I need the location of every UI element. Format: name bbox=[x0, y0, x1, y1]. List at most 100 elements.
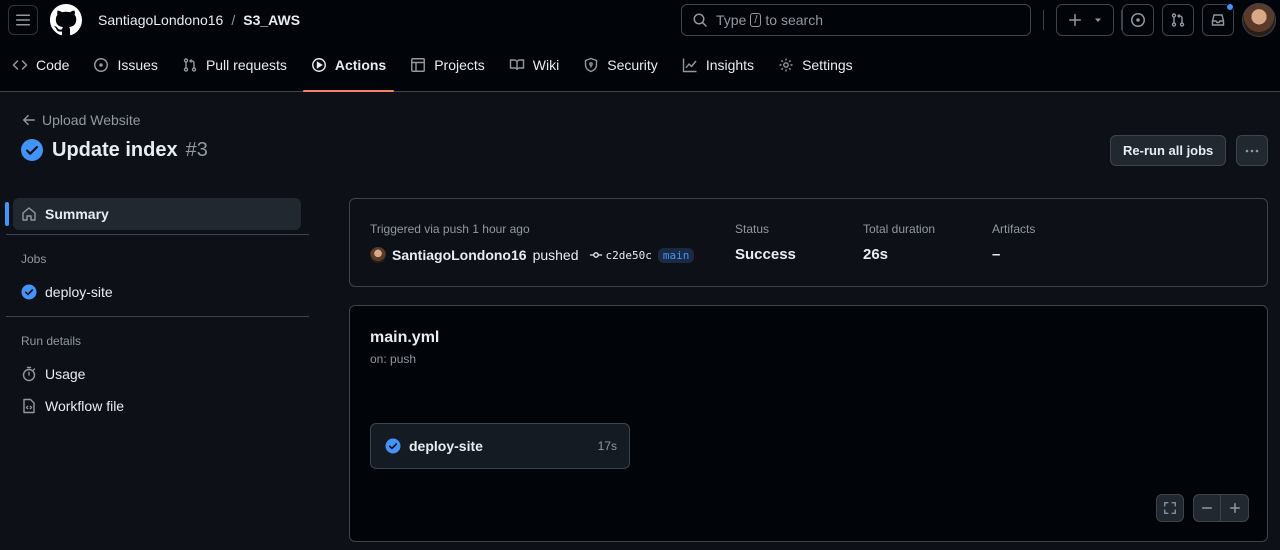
user-avatar[interactable] bbox=[1242, 3, 1276, 37]
status-label: Status bbox=[735, 222, 770, 236]
search-placeholder-prefix: Type bbox=[716, 12, 747, 28]
home-icon bbox=[22, 207, 36, 221]
workflow-trigger: on: push bbox=[370, 352, 417, 366]
sidebar-item-workflow-file[interactable]: Workflow file bbox=[13, 390, 301, 422]
more-options-button[interactable] bbox=[1236, 135, 1268, 166]
arrow-left-icon bbox=[23, 114, 35, 126]
tab-settings[interactable]: Settings bbox=[770, 39, 861, 91]
search-shortcut-key: / bbox=[750, 13, 762, 27]
tab-issues[interactable]: Issues bbox=[85, 39, 165, 91]
tab-label: Security bbox=[607, 57, 658, 73]
tab-pull-requests[interactable]: Pull requests bbox=[174, 39, 295, 91]
artifacts-label: Artifacts bbox=[992, 222, 1036, 236]
sidebar-item-label: Usage bbox=[45, 366, 86, 382]
artifacts-value: – bbox=[992, 246, 1001, 263]
push-action: pushed bbox=[532, 247, 579, 263]
pull-requests-button[interactable] bbox=[1162, 4, 1194, 36]
tab-label: Settings bbox=[802, 57, 853, 73]
graph-icon bbox=[682, 58, 697, 73]
plus-icon bbox=[1069, 14, 1081, 26]
sidebar-heading-jobs: Jobs bbox=[21, 252, 47, 266]
play-icon bbox=[311, 58, 326, 72]
run-title: Update index bbox=[52, 138, 178, 161]
header-divider bbox=[1043, 10, 1044, 30]
code-icon bbox=[12, 60, 28, 70]
page-title: Update index #3 bbox=[20, 138, 208, 162]
duration-label: Total duration bbox=[863, 222, 936, 236]
kebab-horizontal-icon bbox=[1245, 149, 1259, 152]
dash-icon bbox=[1202, 507, 1212, 509]
table-icon bbox=[411, 58, 426, 72]
job-name: deploy-site bbox=[409, 438, 483, 454]
create-new-button[interactable] bbox=[1056, 4, 1114, 36]
tab-code[interactable]: Code bbox=[4, 39, 77, 91]
sidebar-divider bbox=[6, 316, 309, 317]
search-input[interactable]: Type / to search bbox=[681, 4, 1031, 36]
file-code-icon bbox=[23, 398, 35, 414]
tab-label: Code bbox=[36, 57, 70, 73]
workflow-file-name[interactable]: main.yml bbox=[370, 329, 439, 347]
sidebar-divider bbox=[6, 234, 309, 235]
menu-button[interactable] bbox=[8, 5, 38, 35]
repo-link[interactable]: S3_AWS bbox=[243, 12, 300, 28]
book-icon bbox=[509, 59, 524, 71]
run-sidebar: Summary Jobs deploy-site Run details Usa… bbox=[0, 190, 310, 422]
hamburger-icon bbox=[16, 14, 30, 26]
commit-link[interactable]: c2de50c bbox=[589, 248, 652, 262]
screen-full-icon bbox=[1164, 502, 1176, 514]
git-pull-request-icon bbox=[1171, 13, 1185, 27]
issue-icon bbox=[94, 58, 109, 72]
zoom-out-button[interactable] bbox=[1194, 495, 1221, 521]
sidebar-item-deploy-site[interactable]: deploy-site bbox=[13, 276, 301, 308]
sidebar-item-label: Workflow file bbox=[45, 398, 125, 414]
run-number: #3 bbox=[185, 138, 208, 161]
stopwatch-icon bbox=[22, 366, 36, 382]
branch-label[interactable]: main bbox=[657, 247, 695, 263]
back-to-workflow-link[interactable]: Upload Website bbox=[22, 112, 141, 128]
tab-label: Pull requests bbox=[205, 57, 287, 73]
tab-security[interactable]: Security bbox=[575, 39, 666, 91]
tab-actions[interactable]: Actions bbox=[302, 39, 395, 92]
fullscreen-button[interactable] bbox=[1156, 494, 1184, 522]
active-item-indicator bbox=[5, 202, 9, 226]
zoom-in-button[interactable] bbox=[1221, 495, 1248, 521]
status-value: Success bbox=[735, 246, 796, 263]
check-circle-fill-icon bbox=[21, 139, 43, 161]
github-logo-icon[interactable] bbox=[50, 4, 82, 36]
sidebar-item-usage[interactable]: Usage bbox=[13, 358, 301, 390]
check-circle-fill-icon bbox=[385, 438, 401, 454]
zoom-controls bbox=[1193, 494, 1249, 522]
actor-avatar[interactable] bbox=[370, 247, 386, 263]
duration-value: 26s bbox=[863, 246, 889, 263]
owner-link[interactable]: SantiagoLondono16 bbox=[98, 12, 223, 28]
tab-label: Insights bbox=[705, 57, 755, 73]
search-placeholder-suffix: to search bbox=[765, 12, 824, 28]
tab-projects[interactable]: Projects bbox=[402, 39, 493, 91]
trigger-text: Triggered via push 1 hour ago bbox=[370, 222, 530, 236]
inbox-icon bbox=[1211, 14, 1225, 26]
tab-wiki[interactable]: Wiki bbox=[501, 39, 567, 91]
issue-opened-icon bbox=[1131, 13, 1145, 27]
pull-request-icon bbox=[183, 58, 197, 72]
rerun-all-jobs-button[interactable]: Re-run all jobs bbox=[1110, 135, 1227, 166]
tab-label: Actions bbox=[334, 57, 387, 73]
tab-insights[interactable]: Insights bbox=[674, 39, 762, 91]
tab-label: Issues bbox=[117, 57, 158, 73]
issues-button[interactable] bbox=[1122, 4, 1154, 36]
sidebar-item-label: deploy-site bbox=[45, 284, 113, 300]
sidebar-item-label: Summary bbox=[45, 206, 109, 222]
push-info: SantiagoLondono16 pushed c2de50c main bbox=[370, 247, 695, 263]
sidebar-item-summary[interactable]: Summary bbox=[13, 198, 301, 230]
search-icon bbox=[693, 13, 707, 27]
commit-sha: c2de50c bbox=[605, 248, 652, 262]
job-duration: 17s bbox=[597, 439, 617, 453]
gear-icon bbox=[779, 58, 793, 72]
check-circle-fill-icon bbox=[21, 284, 37, 300]
git-commit-icon bbox=[589, 252, 602, 258]
breadcrumb: SantiagoLondono16 / S3_AWS bbox=[98, 12, 300, 28]
workflow-graph-card: main.yml on: push deploy-site 17s bbox=[349, 305, 1268, 542]
actor-link[interactable]: SantiagoLondono16 bbox=[392, 247, 527, 263]
tab-label: Projects bbox=[434, 57, 485, 73]
repo-nav-tabs: Code Issues Pull requests Actions Projec… bbox=[0, 40, 1280, 92]
job-node-deploy-site[interactable]: deploy-site 17s bbox=[370, 423, 630, 469]
